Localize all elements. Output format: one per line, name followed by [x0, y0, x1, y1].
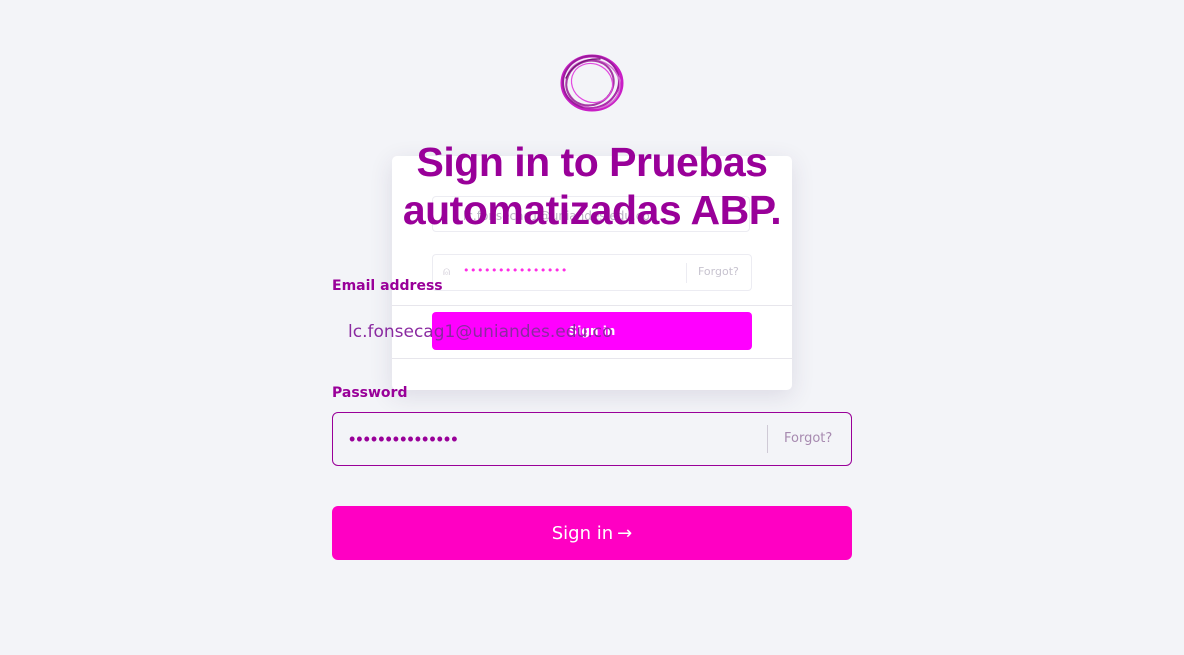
- email-label: Email address: [332, 278, 443, 294]
- ghost-divider: [686, 263, 687, 283]
- ghost-password-field: ⍝ ••••••••••••••• Forgot?: [432, 254, 752, 291]
- password-divider: [767, 425, 768, 453]
- email-field[interactable]: [332, 305, 852, 359]
- sign-in-button[interactable]: Sign in →: [332, 506, 852, 560]
- sign-in-page: lc.fonsecag1@uniandes.edu.co ⍝ •••••••••…: [0, 0, 1184, 655]
- circle-swirl-logo-icon: [560, 54, 624, 112]
- page-title: Sign in to Pruebas automatizadas ABP.: [0, 138, 1184, 234]
- password-field[interactable]: [333, 413, 763, 465]
- ghost-password-mask: •••••••••••••••: [463, 264, 568, 277]
- password-label: Password: [332, 385, 408, 401]
- password-field-container: Forgot?: [332, 412, 852, 466]
- forgot-password-link[interactable]: Forgot?: [784, 431, 832, 446]
- ghost-forgot-link: Forgot?: [698, 265, 739, 278]
- page-title-line-2: automatizadas ABP.: [402, 187, 782, 233]
- lock-icon: ⍝: [443, 264, 451, 278]
- page-title-line-1: Sign in to Pruebas: [416, 139, 768, 185]
- sign-in-button-label: Sign in: [551, 522, 614, 544]
- arrow-right-icon: →: [617, 522, 633, 544]
